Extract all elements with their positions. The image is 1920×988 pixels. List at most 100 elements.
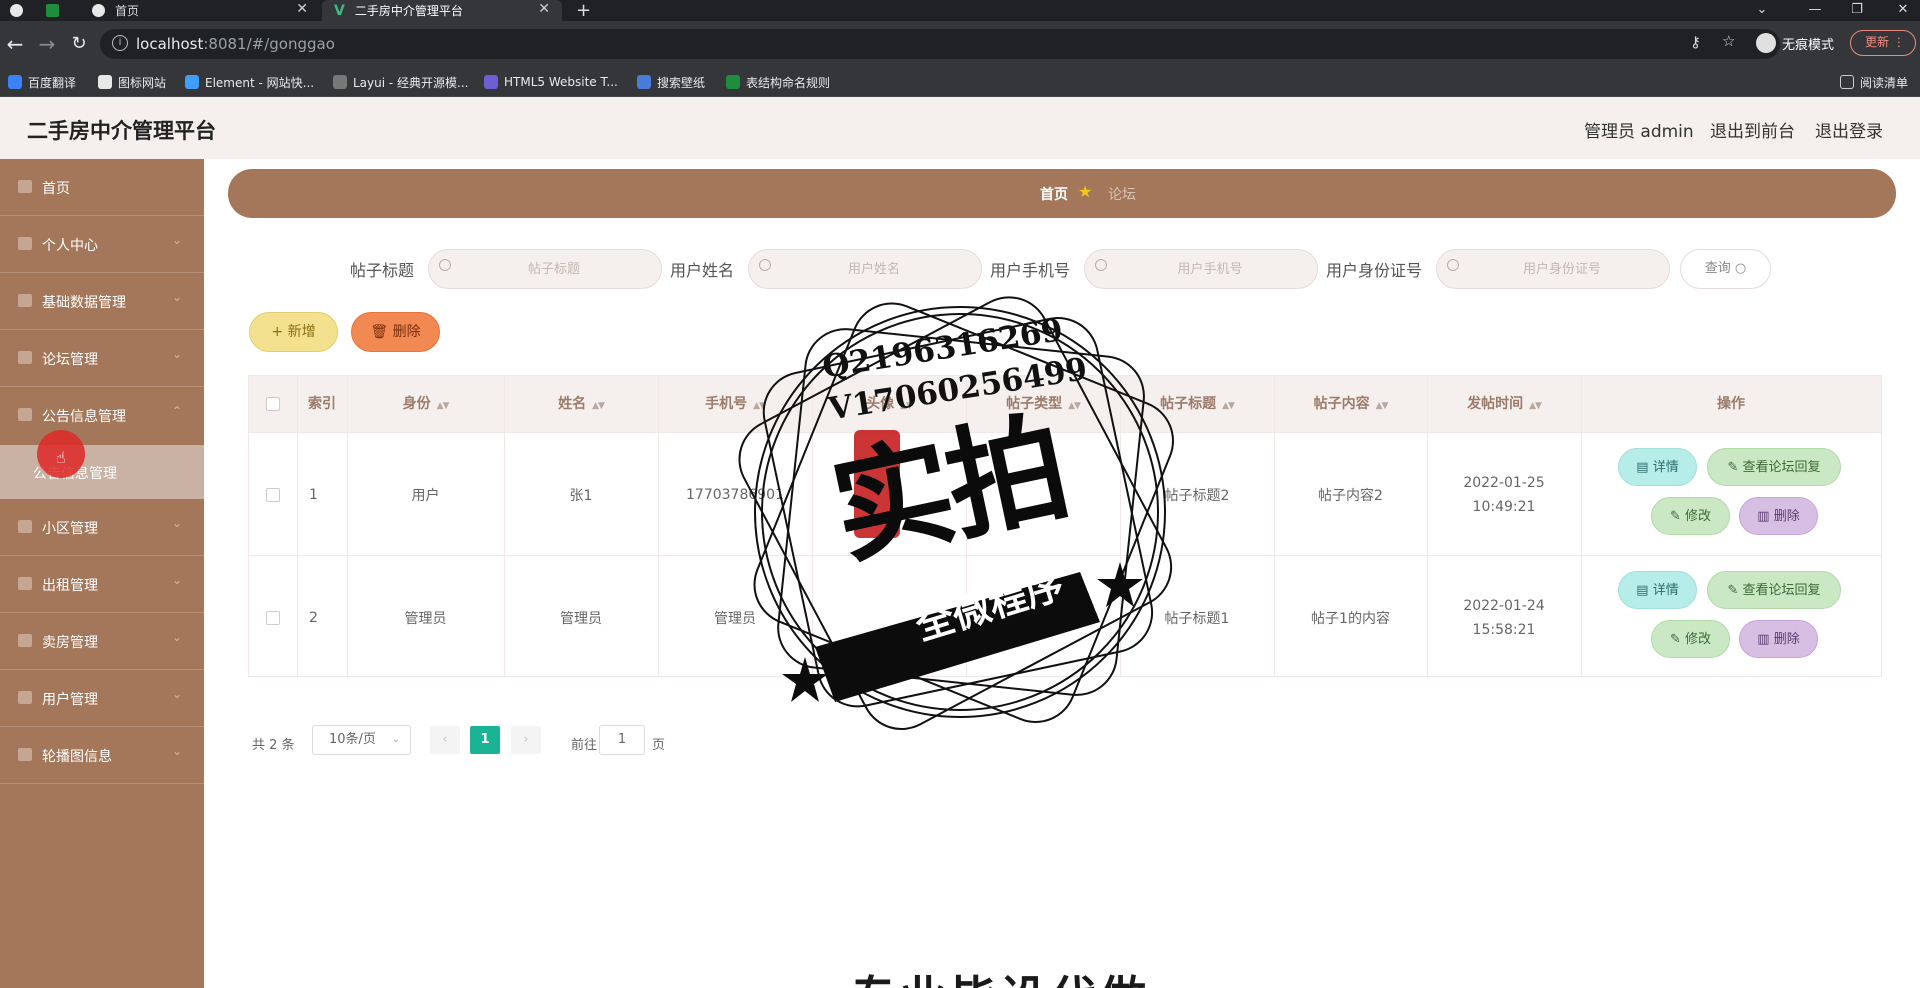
tab-search-icon[interactable]: ⌄ [1747,0,1777,21]
doc-icon: ▤ [1636,583,1649,598]
key-icon[interactable]: ⚷ [1690,33,1701,51]
search-icon [1447,259,1459,271]
query-button[interactable]: 查询 ○ [1680,249,1771,289]
incognito-indicator[interactable]: 无痕模式 [1756,29,1834,57]
prev-page-button[interactable]: ‹ [430,726,460,754]
site-info-icon[interactable]: i [112,35,128,51]
bookmark-item[interactable]: 图标网站 [98,73,166,91]
delete-button[interactable]: ▥ 删除 [1739,620,1818,658]
sidebar-item-users[interactable]: 用户管理 ⌄ [0,670,204,727]
batch-delete-button[interactable]: 🗑 删除 [351,312,440,352]
bookmark-item[interactable]: HTML5 Website T... [484,73,618,91]
tab-label: 二手房中介管理平台 [354,4,463,18]
bookmark-item[interactable]: Layui - 经典开源模... [333,73,468,91]
sidebar-item-notice[interactable]: 公告信息管理 ⌃ [0,387,204,444]
search-title-input[interactable] [459,251,649,287]
address-bar[interactable]: i localhost:8081/#/gonggao ⚷ ☆ [100,29,1780,59]
element-icon [185,75,199,89]
breadcrumb: 首页 ★ 论坛 [228,169,1896,218]
close-icon[interactable]: ✕ [296,1,308,17]
sidebar-item-home[interactable]: 首页 [0,159,204,216]
layui-icon [333,75,347,89]
app-title: 二手房中介管理平台 [27,119,216,143]
sort-icon: ▲▼ [1222,401,1235,411]
reload-icon[interactable]: ↻ [66,31,92,57]
col-ops: 操作 [1717,396,1745,412]
browser-toolbar: ← → ↻ i localhost:8081/#/gonggao ⚷ ☆ 无痕模… [0,21,1920,67]
bookmark-item[interactable]: 搜索壁纸 [637,73,705,91]
rent-icon [18,577,32,590]
reading-list[interactable]: 阅读清单 [1840,73,1908,91]
goto-page-input[interactable]: 1 [599,725,645,755]
detail-button[interactable]: ▤ 详情 [1618,571,1697,609]
sidebar-item-profile[interactable]: 个人中心 ⌄ [0,216,204,273]
update-button[interactable]: 更新 ⋮ [1850,30,1916,56]
next-page-button[interactable]: › [511,726,541,754]
page-number-current[interactable]: 1 [470,726,500,754]
sidebar-item-forum[interactable]: 论坛管理 ⌄ [0,330,204,387]
close-icon[interactable]: ✕ [538,1,550,17]
chevron-down-icon: ⌄ [172,233,183,247]
chevron-down-icon: ⌄ [172,573,183,587]
cell-role: 用户 [411,487,440,504]
browser-tab-home[interactable]: 首页 ✕ [80,0,320,21]
chevron-down-icon: ⌄ [172,744,183,758]
edit-button[interactable]: ✎ 修改 [1651,497,1730,535]
goto-prefix: 前往 [571,738,598,753]
browser-globe-tab[interactable] [10,0,40,21]
search-icon: ○ [1734,261,1747,276]
html5-icon [484,75,498,89]
search-icon [759,259,771,271]
edit-icon: ✎ [1727,460,1739,475]
col-name[interactable]: 姓名 ▲▼ [504,376,658,432]
col-index: 索引 [308,396,336,412]
bookmark-item[interactable]: 表结构命名规则 [726,73,830,91]
view-reply-button[interactable]: ✎ 查看论坛回复 [1707,571,1841,609]
row-checkbox[interactable] [266,487,280,502]
user-icon [18,237,32,250]
edit-icon: ✎ [1727,583,1739,598]
minimize-icon[interactable]: — [1800,0,1830,21]
exit-to-front-link[interactable]: 退出到前台 [1710,117,1795,142]
restore-icon[interactable]: ❐ [1842,0,1872,21]
users-icon [18,691,32,704]
row-checkbox[interactable] [266,610,280,625]
trash-icon: ▥ [1757,632,1770,647]
cell-index: 1 [309,486,318,503]
chevron-down-icon: ⌄ [391,734,400,745]
globe-icon [92,4,105,17]
star-icon[interactable]: ☆ [1722,32,1735,50]
page-size-select[interactable]: 10条/页 ⌄ [312,725,411,755]
logout-link[interactable]: 退出登录 [1815,117,1883,142]
col-time[interactable]: 发帖时间 ▲▼ [1427,376,1581,432]
chevron-down-icon: ⌄ [172,347,183,361]
new-tab-button[interactable]: + [576,0,600,21]
sidebar-item-rent[interactable]: 出租管理 ⌄ [0,556,204,613]
delete-button[interactable]: ▥ 删除 [1739,497,1818,535]
col-content[interactable]: 帖子内容 ▲▼ [1274,376,1427,432]
view-reply-button[interactable]: ✎ 查看论坛回复 [1707,448,1841,486]
edit-icon: ✎ [1669,632,1681,647]
sidebar-item-sale[interactable]: 卖房管理 ⌄ [0,613,204,670]
browser-sheet-tab[interactable] [46,0,76,21]
add-button[interactable]: + 新增 [249,312,338,352]
cell-time: 2022-01-24 15:58:21 [1463,597,1545,638]
window-close-icon[interactable]: ✕ [1888,0,1918,21]
search-title-box [428,249,662,289]
search-idcard-input[interactable] [1467,251,1657,287]
sidebar-subitem-notice[interactable]: 公告信息管理 [0,445,204,499]
breadcrumb-home[interactable]: 首页 [1040,184,1068,204]
forward-icon[interactable]: → [34,31,60,57]
select-all-checkbox[interactable] [266,397,280,411]
browser-tab-active[interactable]: V 二手房中介管理平台 ✕ [322,0,562,21]
sidebar-item-carousel[interactable]: 轮播图信息 ⌄ [0,727,204,784]
back-icon[interactable]: ← [2,31,28,57]
sidebar-item-community[interactable]: 小区管理 ⌄ [0,499,204,556]
bookmark-item[interactable]: Element - 网站快... [185,73,314,91]
edit-button[interactable]: ✎ 修改 [1651,620,1730,658]
edit-icon: ✎ [1669,509,1681,524]
bookmark-item[interactable]: 百度翻译 [8,73,76,91]
sidebar-item-basedata[interactable]: 基础数据管理 ⌄ [0,273,204,330]
col-role[interactable]: 身份 ▲▼ [347,376,504,432]
detail-button[interactable]: ▤ 详情 [1618,448,1697,486]
